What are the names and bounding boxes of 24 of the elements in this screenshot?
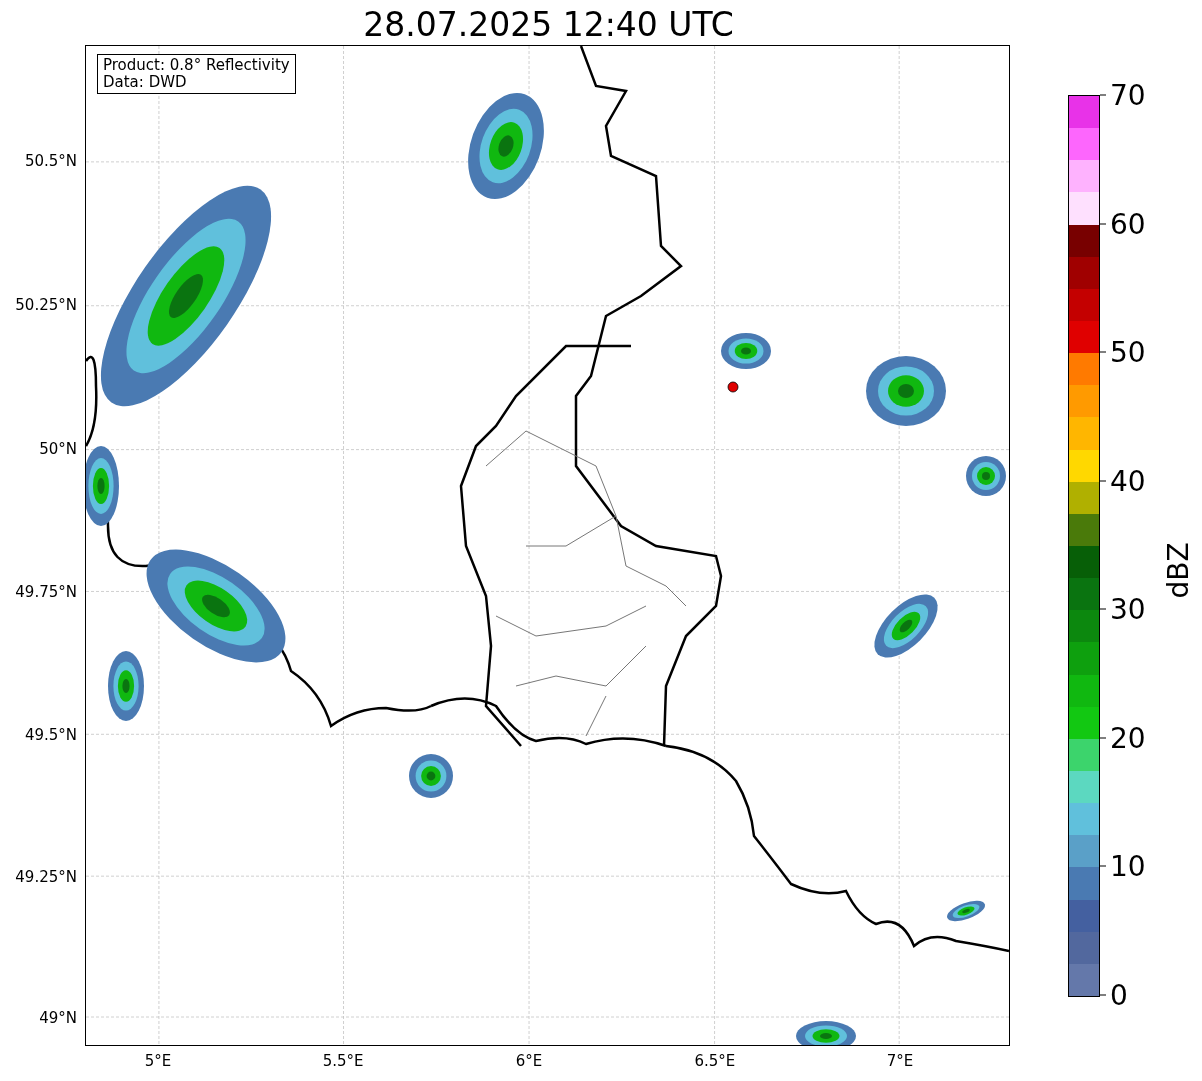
colorbar-label: dBZ (1161, 542, 1195, 599)
info-text: Product: 0.8° Reflectivity (103, 57, 290, 74)
longitude-label: 7°E (886, 1052, 914, 1070)
longitude-label: 6.5°E (694, 1052, 736, 1070)
colorbar-tick-label: 60 (1100, 207, 1146, 241)
colorbar-tick-label: 70 (1100, 78, 1146, 112)
colorbar-tick-label: 10 (1100, 849, 1146, 883)
chart-title: 28.07.2025 12:40 UTC (363, 5, 734, 45)
latitude-label: 49°N (39, 1008, 77, 1027)
longitude-label: 6°E (515, 1052, 543, 1070)
latitude-label: 49.5°N (24, 725, 77, 744)
colorbar-tick-label: 50 (1100, 335, 1146, 369)
latitude-label: 50.25°N (15, 296, 77, 315)
latitude-label: 50°N (39, 440, 77, 459)
colorbar-tick-label: 40 (1100, 464, 1146, 498)
longitude-label: 5.5°E (322, 1052, 364, 1070)
latitude-label: 50.5°N (24, 152, 77, 171)
info-text: Data: DWD (103, 74, 188, 91)
latitude-label: 49.75°N (15, 582, 77, 601)
colorbar-tick-label: 30 (1100, 592, 1146, 626)
longitude-label: 5°E (144, 1052, 172, 1070)
latitude-label: 49.25°N (15, 867, 77, 886)
colorbar-tick-label: 0 (1100, 978, 1128, 1012)
colorbar-tick-label: 20 (1100, 721, 1146, 755)
